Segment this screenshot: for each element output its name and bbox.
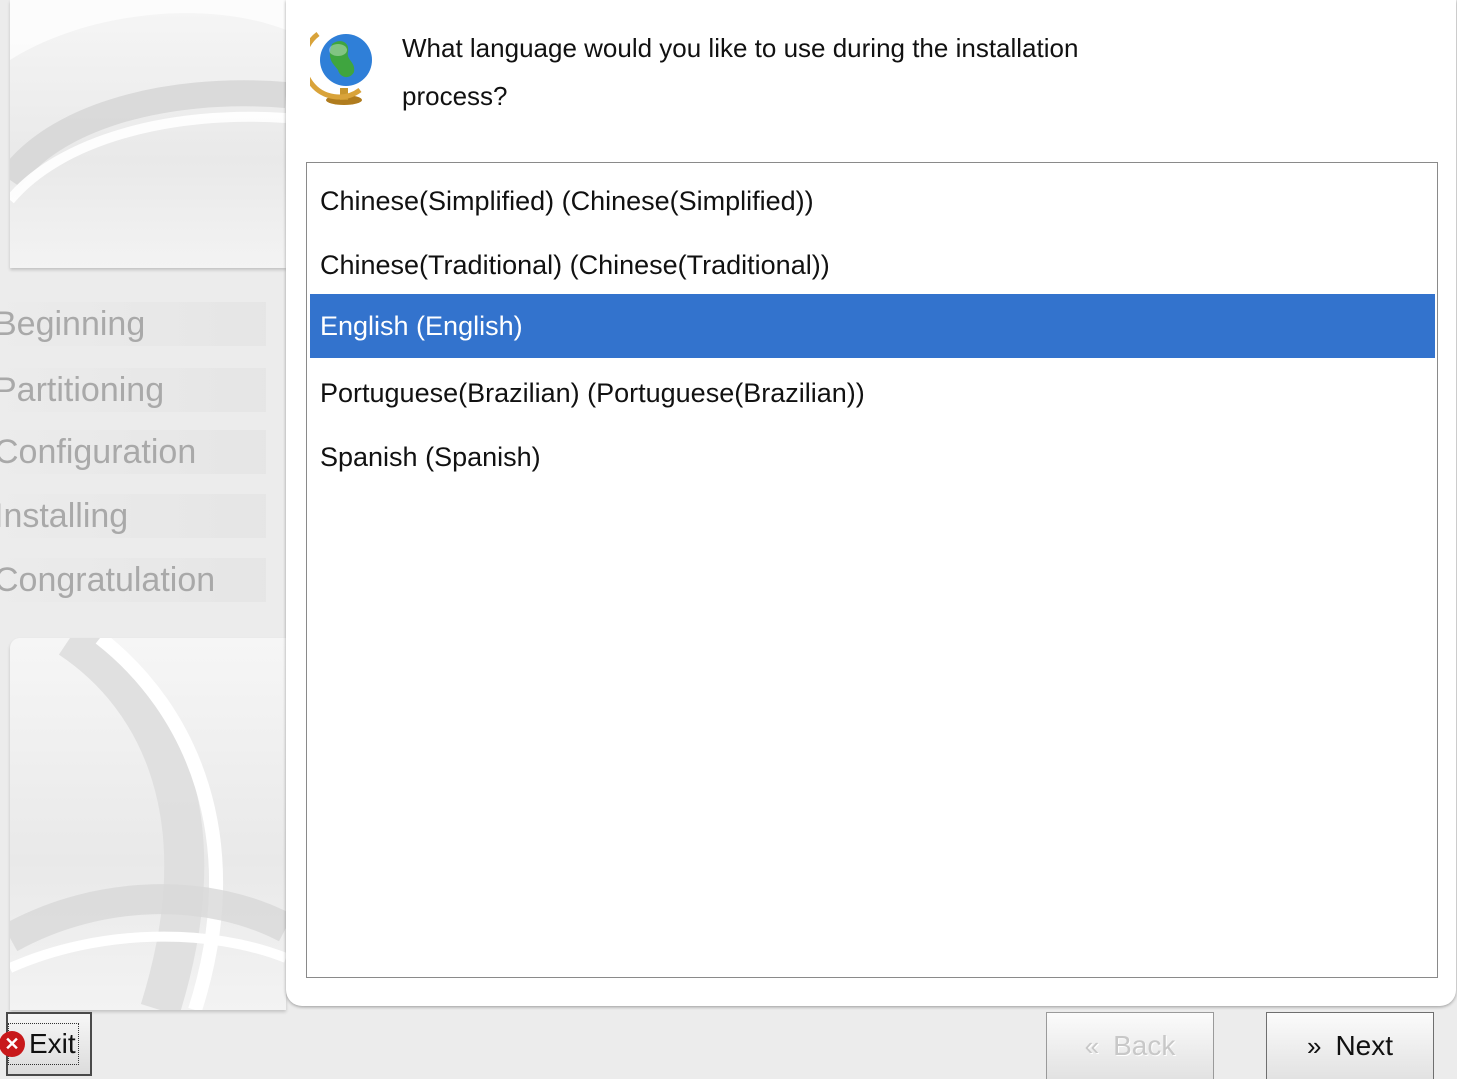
sidebar-decoration-bottom (10, 638, 286, 1010)
language-list[interactable]: Chinese(Simplified) (Chinese(Simplified)… (306, 162, 1438, 978)
page-question: What language would you like to use duri… (402, 33, 1079, 111)
language-option[interactable]: Spanish (Spanish) (310, 425, 1435, 489)
double-chevron-left-icon: « (1084, 1030, 1100, 1061)
step-beginning: Beginning (0, 302, 266, 346)
back-button[interactable]: « Back (1046, 1012, 1214, 1079)
close-icon: ✕ (0, 1031, 25, 1057)
language-option-selected[interactable]: English (English) (310, 294, 1435, 358)
next-button[interactable]: » Next (1266, 1012, 1434, 1079)
language-option[interactable]: Chinese(Simplified) (Chinese(Simplified)… (310, 169, 1435, 233)
step-congratulation: Congratulation (0, 558, 266, 602)
exit-button-focus: ✕ Exit (0, 1023, 79, 1065)
exit-button[interactable]: ✕ Exit (0, 1012, 92, 1076)
double-chevron-right-icon: » (1306, 1030, 1322, 1061)
language-option[interactable]: Portuguese(Brazilian) (Portuguese(Brazil… (310, 361, 1435, 425)
sidebar-decoration-top (10, 0, 286, 268)
step-installing: Installing (0, 494, 266, 538)
sidebar: Beginning Partitioning Configuration Ins… (0, 0, 290, 1079)
step-partitioning: Partitioning (0, 368, 266, 412)
exit-button-label: Exit (29, 1028, 76, 1059)
globe-icon (310, 32, 372, 105)
next-button-label: Next (1335, 1030, 1394, 1061)
back-button-label: Back (1113, 1030, 1176, 1061)
step-configuration: Configuration (0, 430, 266, 474)
language-option[interactable]: Chinese(Traditional) (Chinese(Traditiona… (310, 233, 1435, 297)
